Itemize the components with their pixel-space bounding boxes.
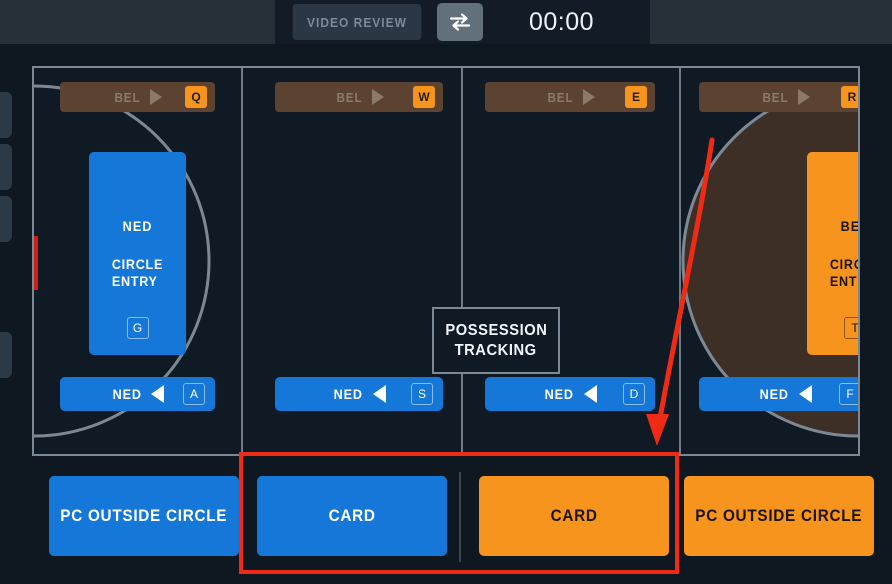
circle-entry-ned-q1[interactable]: NED CIRCLE ENTRY G	[89, 152, 186, 355]
home-possession-bar-3[interactable]: NED D	[485, 377, 655, 411]
pitch-area: BEL Q NED CIRCLE ENTRY G NED A BEL W NED…	[32, 66, 860, 456]
away-possession-label-2: BEL	[335, 89, 363, 105]
arrow-right-icon-4	[797, 89, 810, 105]
away-possession-bar-3[interactable]: BEL E	[485, 82, 655, 112]
action-label-3: CARD	[550, 506, 598, 525]
possession-tracking-line1: POSSESSION	[444, 321, 548, 339]
circle-entry-team-q4: BEL	[840, 218, 860, 234]
shortcut-key-d: D	[623, 383, 645, 405]
action-separator-2	[459, 472, 461, 562]
arrow-left-icon-1	[151, 385, 165, 403]
side-tab-left-1[interactable]	[0, 92, 12, 138]
arrow-left-icon-3	[583, 385, 597, 403]
circle-entry-action-line1-q1: CIRCLE	[111, 256, 164, 272]
action-button-row: PC OUTSIDE CIRCLE CARD CARD PC OUTSIDE C…	[32, 462, 874, 572]
home-possession-label-3: NED	[544, 386, 575, 402]
app-root: VIDEO REVIEW 00:00 BEL Q NED CIRCLE ENTR…	[0, 0, 892, 584]
away-possession-bar-2[interactable]: BEL W	[275, 82, 443, 112]
top-bar: VIDEO REVIEW 00:00	[0, 0, 892, 44]
quarter-column-4: BEL R BEL CIRCLE ENTRY T NED F	[679, 68, 858, 454]
shortcut-key-a: A	[183, 383, 205, 405]
action-label-1: PC OUTSIDE CIRCLE	[60, 506, 228, 525]
action-button-card-away[interactable]: CARD	[479, 476, 669, 556]
shortcut-key-s: S	[411, 383, 433, 405]
shortcut-key-r: R	[841, 86, 858, 108]
side-tab-left-3[interactable]	[0, 196, 12, 242]
possession-tracking-line2: TRACKING	[454, 341, 538, 359]
arrow-right-icon-3	[582, 89, 595, 105]
swap-arrows-icon	[448, 12, 472, 32]
match-timer: 00:00	[529, 7, 595, 36]
circle-entry-action-line2-q4: ENTRY	[829, 273, 858, 289]
arrow-right-icon-1	[150, 89, 162, 105]
away-possession-label-1: BEL	[114, 89, 141, 105]
action-button-pc-outside-circle-away[interactable]: PC OUTSIDE CIRCLE	[684, 476, 874, 556]
away-possession-label-4: BEL	[761, 89, 789, 105]
home-possession-label-1: NED	[112, 386, 142, 402]
shortcut-key-e: E	[625, 86, 647, 108]
video-review-button[interactable]: VIDEO REVIEW	[292, 4, 422, 40]
top-bar-center-group: VIDEO REVIEW 00:00	[275, 0, 650, 44]
action-label-2: CARD	[328, 506, 376, 525]
arrow-left-icon-4	[798, 385, 812, 403]
home-possession-label-4: NED	[759, 386, 790, 402]
circle-entry-team-q1: NED	[122, 218, 153, 234]
action-separator-1	[239, 472, 241, 562]
circle-entry-action-q4: CIRCLE ENTRY	[829, 256, 858, 290]
swap-teams-button[interactable]	[437, 3, 483, 41]
action-separator-3	[677, 472, 679, 562]
quarter-column-2: BEL W NED S	[241, 68, 461, 454]
circle-entry-bel-q4[interactable]: BEL CIRCLE ENTRY T	[807, 152, 860, 355]
shortcut-key-w: W	[413, 86, 435, 108]
away-possession-bar-1[interactable]: BEL Q	[60, 82, 215, 112]
action-button-card-home[interactable]: CARD	[257, 476, 447, 556]
quarter-column-1: BEL Q NED CIRCLE ENTRY G NED A	[34, 68, 241, 454]
circle-entry-action-q1: CIRCLE ENTRY	[112, 256, 163, 290]
circle-entry-action-line1-q4: CIRCLE	[829, 256, 858, 272]
shortcut-key-t: T	[844, 317, 858, 339]
arrow-left-icon-2	[372, 385, 386, 403]
home-possession-bar-1[interactable]: NED A	[60, 377, 215, 411]
home-possession-bar-4[interactable]: NED F	[699, 377, 858, 411]
possession-tracking-box[interactable]: POSSESSION TRACKING	[432, 307, 560, 374]
shortcut-key-q: Q	[185, 86, 207, 108]
action-button-pc-outside-circle-home[interactable]: PC OUTSIDE CIRCLE	[49, 476, 239, 556]
circle-entry-action-line2-q1: ENTRY	[111, 273, 158, 289]
shortcut-key-g: G	[126, 317, 149, 339]
away-possession-label-3: BEL	[546, 89, 574, 105]
home-possession-bar-2[interactable]: NED S	[275, 377, 443, 411]
side-tab-left-4[interactable]	[0, 332, 12, 378]
home-possession-label-2: NED	[333, 386, 364, 402]
shortcut-key-f: F	[839, 383, 858, 405]
action-label-4: PC OUTSIDE CIRCLE	[695, 506, 863, 525]
arrow-right-icon-2	[371, 89, 384, 105]
side-tab-left-2[interactable]	[0, 144, 12, 190]
video-review-label: VIDEO REVIEW	[307, 14, 407, 30]
away-possession-bar-4[interactable]: BEL R	[699, 82, 858, 112]
quarter-column-3: BEL E NED D	[461, 68, 679, 454]
